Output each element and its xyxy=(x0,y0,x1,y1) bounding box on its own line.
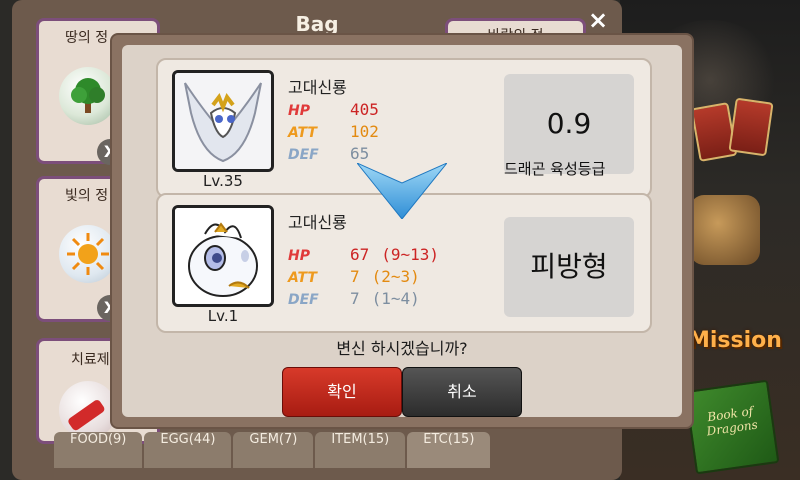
att-value: 7 xyxy=(350,267,360,286)
att-row: ATT 102 xyxy=(288,122,379,141)
hp-label: HP xyxy=(288,103,310,119)
potion-icon xyxy=(59,381,117,439)
tab-item[interactable]: ITEM(15) xyxy=(315,432,406,468)
dragon-portrait xyxy=(172,205,274,307)
def-range: (1~4) xyxy=(371,289,420,308)
bag-item-label: 땅의 정 xyxy=(65,30,109,46)
att-label: ATT xyxy=(288,270,317,286)
att-label: ATT xyxy=(288,125,317,141)
arrow-down-icon xyxy=(357,163,447,219)
backpack-icon xyxy=(690,195,760,265)
tab-egg[interactable]: EGG(44) xyxy=(144,432,232,468)
confirm-button[interactable]: 확인 xyxy=(282,367,402,417)
light-orb-icon xyxy=(59,225,117,283)
book-title: Book of Dragons xyxy=(705,403,759,439)
def-label: DEF xyxy=(288,147,319,163)
bag-item-label: 빛의 정 xyxy=(65,188,109,204)
dragon-type-value: 피방형 xyxy=(530,250,608,283)
mission-logo: Mission xyxy=(688,328,782,353)
cancel-button[interactable]: 취소 xyxy=(402,367,522,417)
hp-label: HP xyxy=(288,248,310,264)
close-button[interactable]: × xyxy=(584,6,612,34)
growth-grade-label: 드래곤 육성등급 xyxy=(504,160,606,178)
hp-value: 405 xyxy=(350,100,379,119)
hp-row: HP 67 (9~13) xyxy=(288,245,439,264)
dragon-level: Lv.35 xyxy=(203,172,243,190)
growth-grade-value: 0.9 xyxy=(546,107,592,140)
def-row: DEF 65 xyxy=(288,144,369,163)
dragon-name: 고대신룡 xyxy=(288,213,347,232)
dragon-level: Lv.1 xyxy=(207,307,239,325)
tab-food[interactable]: FOOD(9) xyxy=(54,432,143,468)
tab-etc[interactable]: ETC(15) xyxy=(407,432,491,468)
hp-row: HP 405 xyxy=(288,100,379,119)
def-row: DEF 7 (1~4) xyxy=(288,289,420,308)
confirm-question: 변신 하시겠습니까? xyxy=(336,339,468,358)
hp-range: (9~13) xyxy=(381,245,440,264)
card-icon xyxy=(728,97,774,157)
att-range: (2~3) xyxy=(371,267,420,286)
att-value: 102 xyxy=(350,122,379,141)
dragon-type-box: 피방형 xyxy=(504,217,634,317)
dragon-name: 고대신룡 xyxy=(288,78,347,97)
book-icon: Book of Dragons xyxy=(684,379,780,475)
bag-item-label: 치료제 xyxy=(71,352,110,368)
att-row: ATT 7 (2~3) xyxy=(288,267,420,286)
earth-orb-icon xyxy=(59,67,117,125)
def-value: 65 xyxy=(350,144,370,163)
tab-gem[interactable]: GEM(7) xyxy=(233,432,314,468)
def-value: 7 xyxy=(350,289,360,308)
dragon-portrait xyxy=(172,70,274,172)
transform-dialog: Lv.35 고대신룡 HP 405 ATT 102 DEF 65 0.9 드래곤 육성… xyxy=(110,33,694,429)
hp-value: 67 xyxy=(350,245,370,264)
bag-tabs: FOOD(9) EGG(44) GEM(7) ITEM(15) ETC(15) xyxy=(54,432,492,468)
def-label: DEF xyxy=(288,292,319,308)
